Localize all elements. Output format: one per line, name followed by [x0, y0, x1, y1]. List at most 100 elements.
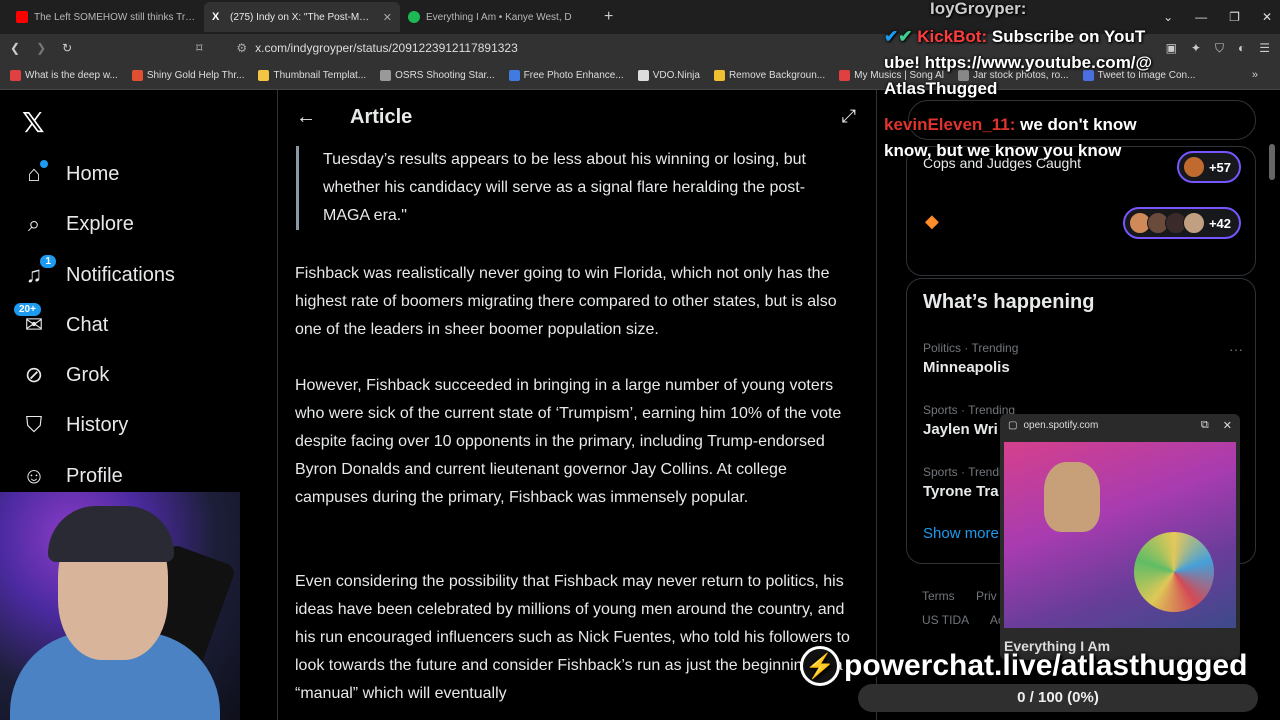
bookmark-item[interactable]: Free Photo Enhance...: [508, 70, 624, 81]
nav-explore[interactable]: ⌕ Explore: [20, 210, 134, 238]
album-art: [1004, 442, 1236, 628]
chat-message: ✔✔ KickBot: Subscribe on YouTube! https:…: [884, 24, 1154, 102]
article-paragraph: Fishback was realistically never going t…: [295, 265, 837, 338]
whats-happening-title: What’s happening: [923, 291, 1095, 313]
popout-icon[interactable]: ⧉: [1201, 419, 1209, 432]
nav-grok[interactable]: ⊘ Grok: [20, 361, 110, 389]
article-header: ← Article ⤢: [278, 90, 876, 146]
bookmark-item[interactable]: Thumbnail Templat...: [258, 70, 366, 81]
show-more-link[interactable]: Show more: [923, 525, 999, 542]
lock-icon: ▢: [1008, 419, 1018, 431]
footer-link[interactable]: Priv: [976, 589, 997, 603]
bookmark-item[interactable]: OSRS Shooting Star...: [380, 70, 495, 81]
close-tab-icon[interactable]: ✕: [383, 11, 392, 24]
bookmark-label: What is the deep w...: [25, 70, 118, 81]
footer-link[interactable]: US TIDA: [922, 613, 968, 627]
bookmark-label: Shiny Gold Help Thr...: [146, 70, 245, 81]
nav-label: Explore: [66, 212, 134, 235]
nav-label: Notifications: [66, 263, 175, 286]
bell-icon: ♫ 1: [20, 255, 56, 289]
bookmark-item[interactable]: Remove Backgroun...: [713, 70, 826, 81]
listener-count: +57: [1208, 159, 1231, 175]
spotify-mini-player: ▢ open.spotify.com ⧉ ✕ Everything I Am: [1000, 414, 1240, 660]
expand-icon[interactable]: ⤢: [842, 106, 856, 127]
menu-icon[interactable]: ☰: [1259, 41, 1270, 55]
extension-icons: ▣ ✦ ⛉ ◐ ☰: [1166, 34, 1270, 62]
more-bookmarks-icon[interactable]: »: [1252, 69, 1258, 81]
url-field[interactable]: ⚙ x.com/indygroyper/status/2091223912117…: [236, 41, 517, 55]
avatar: [1182, 212, 1205, 234]
url-text: x.com/indygroyper/status/209122391211789…: [255, 41, 518, 55]
nav-label: Profile: [66, 464, 123, 487]
bookmark-label: Free Photo Enhance...: [523, 70, 624, 81]
bookmark-label: OSRS Shooting Star...: [395, 70, 495, 81]
tab-title: Everything I Am • Kanye West, D: [426, 11, 572, 23]
trend-item[interactable]: Politics · Trending Minneapolis: [923, 341, 1243, 376]
bookmark-item[interactable]: VDO.Ninja: [637, 70, 700, 81]
maximize-icon[interactable]: ❐: [1229, 10, 1240, 24]
article-column: ← Article ⤢ Tuesday’s results appears to…: [277, 90, 877, 720]
search-icon: ⌕: [27, 211, 41, 236]
youtube-icon: [16, 11, 28, 23]
album-star-graphic: [1134, 532, 1214, 612]
bookmark-icon: ⛉: [25, 412, 43, 437]
player-controls: ⧉ ✕: [1201, 419, 1232, 432]
shield-icon[interactable]: ⛉: [1215, 41, 1224, 56]
footer-link[interactable]: Terms: [922, 589, 955, 603]
browser-tab[interactable]: Everything I Am • Kanye West, D: [400, 2, 596, 32]
nav-notifications[interactable]: ♫ 1 Notifications: [20, 255, 175, 289]
chat-message: kevinEleven_11: we don't know know, but …: [884, 112, 1154, 164]
spotify-titlebar: ▢ open.spotify.com ⧉ ✕: [1000, 414, 1240, 436]
bookmark-label: VDO.Ninja: [652, 70, 700, 81]
unread-dot: [40, 160, 48, 168]
avatar: [1182, 156, 1205, 178]
close-icon[interactable]: ✕: [1223, 419, 1232, 432]
album-bear-graphic: [1044, 462, 1100, 532]
listeners-pill[interactable]: +42: [1122, 207, 1241, 239]
minimize-icon[interactable]: —: [1195, 10, 1207, 24]
forward-icon[interactable]: ❯: [36, 41, 46, 55]
site-info-icon[interactable]: ⚙: [236, 41, 247, 55]
bookmark-label: Remove Backgroun...: [728, 70, 826, 81]
webcam-feed: [0, 492, 240, 720]
nav-history[interactable]: ⛉ History: [20, 411, 129, 439]
new-tab-button[interactable]: +: [596, 8, 621, 26]
chat-username: KickBot:: [917, 27, 988, 46]
tab-title: (275) Indy on X: "The Post-MAG: [230, 11, 373, 23]
x-logo-icon[interactable]: 𝕏: [22, 106, 45, 139]
extension-icon[interactable]: ✦: [1191, 41, 1201, 55]
tab-title: The Left SOMEHOW still thinks Trum: [34, 11, 196, 23]
reload-icon[interactable]: ↻: [62, 41, 72, 55]
nav-home[interactable]: ⌂ Home: [20, 160, 119, 188]
nav-label: History: [66, 413, 129, 436]
close-window-icon[interactable]: ✕: [1262, 10, 1272, 24]
nav-label: Grok: [66, 363, 110, 386]
bookmark-favicon-icon: [131, 70, 143, 81]
scrollbar[interactable]: [1268, 96, 1276, 720]
bookmark-item[interactable]: What is the deep w...: [10, 70, 118, 81]
bookmark-page-icon[interactable]: ⌑: [196, 41, 202, 55]
extension-icon[interactable]: ◐: [1238, 41, 1245, 55]
chevron-down-icon[interactable]: ⌄: [1163, 10, 1173, 24]
check-icon: ✔: [884, 27, 899, 46]
powerchat-banner: ⚡ powerchat.live/atlasthugged: [800, 646, 1247, 686]
back-arrow-icon[interactable]: ←: [296, 106, 316, 129]
chat-username: kevinEleven_11:: [884, 115, 1016, 134]
chat-username: IoyGroyper:: [930, 0, 1027, 18]
back-icon[interactable]: ❮: [10, 41, 20, 55]
fox-icon: ◆: [925, 211, 939, 231]
browser-tab[interactable]: The Left SOMEHOW still thinks Trum: [8, 2, 204, 32]
nav-profile[interactable]: ☺ Profile: [20, 462, 123, 490]
nav-chat[interactable]: ✉ 20+ Chat: [14, 303, 108, 339]
article-paragraph: However, Fishback succeeded in bringing …: [295, 377, 842, 506]
scrollbar-thumb[interactable]: [1269, 144, 1275, 180]
listeners-pill[interactable]: +57: [1176, 151, 1241, 183]
lightning-bolt-icon: ⚡: [800, 646, 840, 686]
more-options-icon[interactable]: ···: [1229, 341, 1243, 357]
home-icon: ⌂: [20, 160, 48, 188]
browser-tab-active[interactable]: X (275) Indy on X: "The Post-MAG ✕: [204, 2, 400, 32]
nav-label: Home: [66, 162, 120, 185]
bookmark-item[interactable]: Shiny Gold Help Thr...: [131, 70, 245, 81]
extension-icon[interactable]: ▣: [1166, 41, 1177, 55]
chat-badge: 20+: [14, 303, 41, 316]
